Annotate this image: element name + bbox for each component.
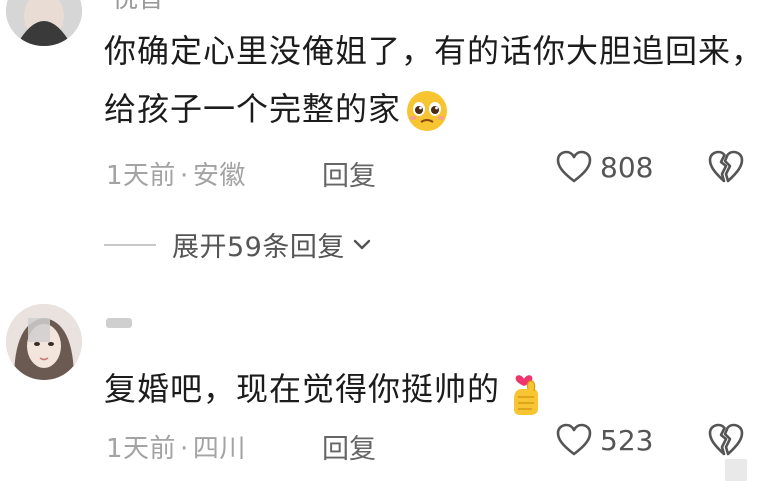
avatar[interactable] — [6, 304, 82, 380]
comment-text: 你确定心里没俺姐了，有的话你大胆追回来，给孩子一个完整的家 — [104, 22, 764, 138]
comment-text: 复婚吧，现在觉得你挺帅的 — [104, 360, 704, 418]
username[interactable]: 悦音 — [112, 0, 164, 15]
username[interactable] — [106, 318, 132, 328]
divider-line — [104, 243, 156, 246]
meta-separator: · — [180, 161, 189, 191]
like-count: 808 — [600, 150, 654, 184]
broken-heart-icon — [708, 423, 744, 456]
comment-body: 复婚吧，现在觉得你挺帅的 — [104, 370, 501, 408]
comment-location: 四川 — [192, 434, 246, 464]
like-button[interactable]: 808 — [556, 150, 653, 184]
reply-button[interactable]: 回复 — [322, 154, 376, 193]
reply-button[interactable]: 回复 — [322, 427, 376, 466]
comment-time: 1天前 — [106, 161, 177, 191]
meta-separator: · — [180, 434, 189, 464]
comment-meta: 1天前 · 安徽 — [106, 155, 246, 192]
expand-replies-label: 展开59条回复 — [172, 232, 345, 263]
heart-outline-icon — [556, 423, 592, 456]
heart-outline-icon — [556, 150, 592, 183]
dislike-button[interactable] — [708, 423, 744, 461]
watermark-logo — [725, 459, 747, 481]
comment-location: 安徽 — [192, 161, 246, 191]
comment-meta: 1天前 · 四川 — [106, 428, 246, 465]
like-count: 523 — [600, 423, 654, 457]
dislike-button[interactable] — [708, 150, 744, 188]
finger-heart-emoji-icon — [504, 369, 548, 415]
avatar[interactable] — [6, 0, 82, 46]
pleading-face-emoji-icon — [405, 89, 449, 133]
comment-time: 1天前 — [106, 434, 177, 464]
broken-heart-icon — [708, 150, 744, 183]
chevron-down-icon — [353, 239, 371, 249]
like-button[interactable]: 523 — [556, 423, 653, 457]
expand-replies-button[interactable]: 展开59条回复 — [104, 225, 373, 264]
